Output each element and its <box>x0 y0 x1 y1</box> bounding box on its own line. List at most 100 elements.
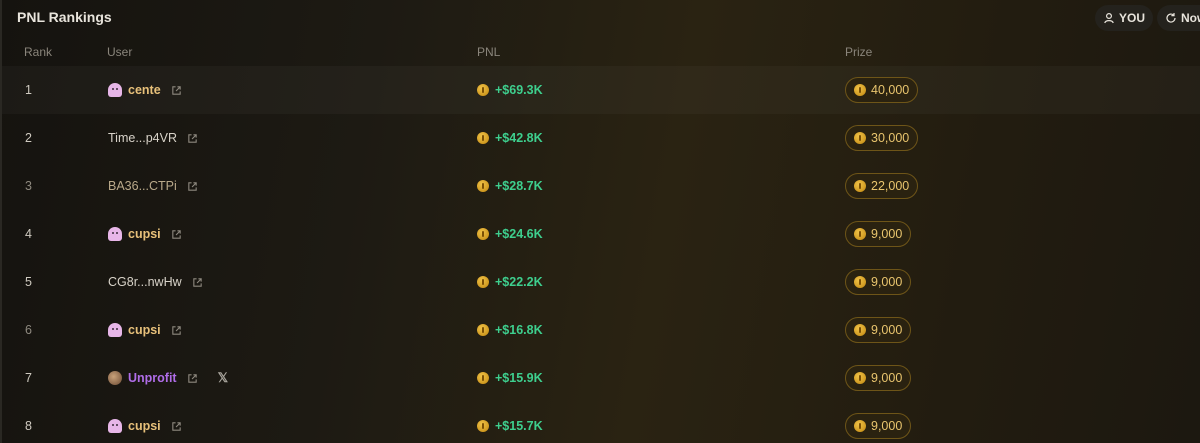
coin-icon <box>477 324 489 336</box>
user-cell[interactable]: Time...p4VR <box>108 131 198 145</box>
prize-value: 9,000 <box>871 371 903 385</box>
user-name[interactable]: cente <box>128 83 161 97</box>
user-name[interactable]: cupsi <box>128 419 161 433</box>
avatar <box>108 371 122 385</box>
external-link-icon[interactable] <box>187 133 198 144</box>
coin-icon <box>854 420 866 432</box>
pnl-cell: +$16.8K <box>477 323 543 337</box>
rank-cell: 7 <box>25 371 32 385</box>
external-link-icon[interactable] <box>171 325 182 336</box>
page-title: PNL Rankings <box>17 9 112 25</box>
rank-value: 6 <box>25 323 32 337</box>
coin-icon <box>477 132 489 144</box>
pnl-value: +$28.7K <box>495 179 543 193</box>
external-link-icon[interactable] <box>192 277 203 288</box>
coin-icon <box>854 372 866 384</box>
user-cell[interactable]: BA36...CTPi <box>108 179 198 193</box>
rank-value: 2 <box>25 131 32 145</box>
pnl-value: +$42.8K <box>495 131 543 145</box>
external-link-icon[interactable] <box>171 85 182 96</box>
prize-cell: 40,000 <box>845 77 919 103</box>
user-cell[interactable]: CG8r...nwHw <box>108 275 203 289</box>
now-label: Now <box>1181 11 1200 25</box>
column-rank: Rank <box>24 45 53 59</box>
column-user: User <box>107 45 133 59</box>
pnl-cell: +$22.2K <box>477 275 543 289</box>
table-row[interactable]: 2 Time...p4VR +$42.8K 30,000 <box>2 114 1200 162</box>
user-name[interactable]: BA36...CTPi <box>108 179 177 193</box>
rank-value: 5 <box>25 275 32 289</box>
rank-cell: 1 <box>25 83 32 97</box>
prize-badge: 9,000 <box>845 269 912 295</box>
pnl-value: +$15.9K <box>495 371 543 385</box>
table-header: Rank User PNL Prize <box>2 36 1200 68</box>
prize-cell: 9,000 <box>845 365 912 391</box>
rank-cell: 8 <box>25 419 32 433</box>
user-icon <box>1104 12 1114 24</box>
ghost-icon <box>108 83 122 97</box>
rank-cell: 2 <box>25 131 32 145</box>
refresh-now-button[interactable]: Now <box>1157 5 1200 31</box>
external-link-icon[interactable] <box>187 373 198 384</box>
user-cell[interactable]: cupsi <box>108 419 182 433</box>
user-name[interactable]: cupsi <box>128 323 161 337</box>
coin-icon <box>477 276 489 288</box>
coin-icon <box>477 372 489 384</box>
table-row[interactable]: 1 cente +$69.3K 40,000 <box>2 66 1200 114</box>
pnl-cell: +$69.3K <box>477 83 543 97</box>
pnl-cell: +$15.9K <box>477 371 543 385</box>
external-link-icon[interactable] <box>171 421 182 432</box>
table-row[interactable]: 7 Unprofit 𝕏 +$15.9K 9,000 <box>2 354 1200 402</box>
external-link-icon[interactable] <box>171 229 182 240</box>
user-cell[interactable]: cupsi <box>108 323 182 337</box>
column-prize: Prize <box>845 45 873 59</box>
table-row[interactable]: 8 cupsi +$15.7K 9,000 <box>2 402 1200 443</box>
user-name[interactable]: Unprofit <box>128 371 177 385</box>
table-row[interactable]: 3 BA36...CTPi +$28.7K 22,000 <box>2 162 1200 210</box>
coin-icon <box>477 180 489 192</box>
coin-icon <box>477 420 489 432</box>
prize-cell: 9,000 <box>845 269 912 295</box>
coin-icon <box>854 276 866 288</box>
prize-cell: 9,000 <box>845 221 912 247</box>
pnl-value: +$16.8K <box>495 323 543 337</box>
user-cell[interactable]: cente <box>108 83 182 97</box>
user-name[interactable]: Time...p4VR <box>108 131 177 145</box>
user-name[interactable]: CG8r...nwHw <box>108 275 182 289</box>
table-row[interactable]: 6 cupsi +$16.8K 9,000 <box>2 306 1200 354</box>
prize-value: 9,000 <box>871 323 903 337</box>
prize-value: 9,000 <box>871 419 903 433</box>
user-cell[interactable]: Unprofit 𝕏 <box>108 370 228 386</box>
coin-icon <box>477 228 489 240</box>
rank-value: 1 <box>25 83 32 97</box>
pnl-rankings-panel: PNL Rankings YOU Now Rank User PNL Prize… <box>0 0 1200 443</box>
coin-icon <box>854 228 866 240</box>
coin-icon <box>854 180 866 192</box>
rank-cell: 6 <box>25 323 32 337</box>
table-row[interactable]: 5 CG8r...nwHw +$22.2K 9,000 <box>2 258 1200 306</box>
rank-cell: 5 <box>25 275 32 289</box>
rank-cell: 4 <box>25 227 32 241</box>
table-row[interactable]: 4 cupsi +$24.6K 9,000 <box>2 210 1200 258</box>
pnl-value: +$15.7K <box>495 419 543 433</box>
prize-badge: 9,000 <box>845 365 912 391</box>
pnl-cell: +$24.6K <box>477 227 543 241</box>
prize-cell: 9,000 <box>845 317 912 343</box>
pnl-cell: +$42.8K <box>477 131 543 145</box>
rank-value: 4 <box>25 227 32 241</box>
prize-badge: 9,000 <box>845 317 912 343</box>
prize-value: 30,000 <box>871 131 910 145</box>
prize-value: 9,000 <box>871 275 903 289</box>
ghost-icon <box>108 323 122 337</box>
rank-value: 7 <box>25 371 32 385</box>
user-name[interactable]: cupsi <box>128 227 161 241</box>
external-link-icon[interactable] <box>187 181 198 192</box>
pnl-value: +$24.6K <box>495 227 543 241</box>
user-cell[interactable]: cupsi <box>108 227 182 241</box>
you-button[interactable]: YOU <box>1095 5 1154 31</box>
ghost-icon <box>108 227 122 241</box>
coin-icon <box>854 324 866 336</box>
pnl-cell: +$28.7K <box>477 179 543 193</box>
prize-cell: 30,000 <box>845 125 919 151</box>
x-twitter-icon[interactable]: 𝕏 <box>218 370 228 386</box>
